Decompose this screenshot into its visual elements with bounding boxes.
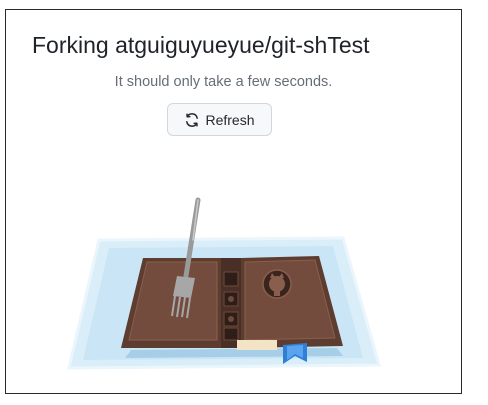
refresh-icon xyxy=(184,112,200,128)
fork-progress-panel: Forking atguiguyueyue/git-shTest It shou… xyxy=(5,9,462,394)
github-logo-icon xyxy=(262,269,292,299)
refresh-button-label: Refresh xyxy=(205,111,255,128)
refresh-button[interactable]: Refresh xyxy=(167,103,272,136)
fork-book-illustration xyxy=(61,180,391,380)
status-message: It should only take a few seconds. xyxy=(114,74,333,90)
page-title: Forking atguiguyueyue/git-shTest xyxy=(32,32,370,58)
